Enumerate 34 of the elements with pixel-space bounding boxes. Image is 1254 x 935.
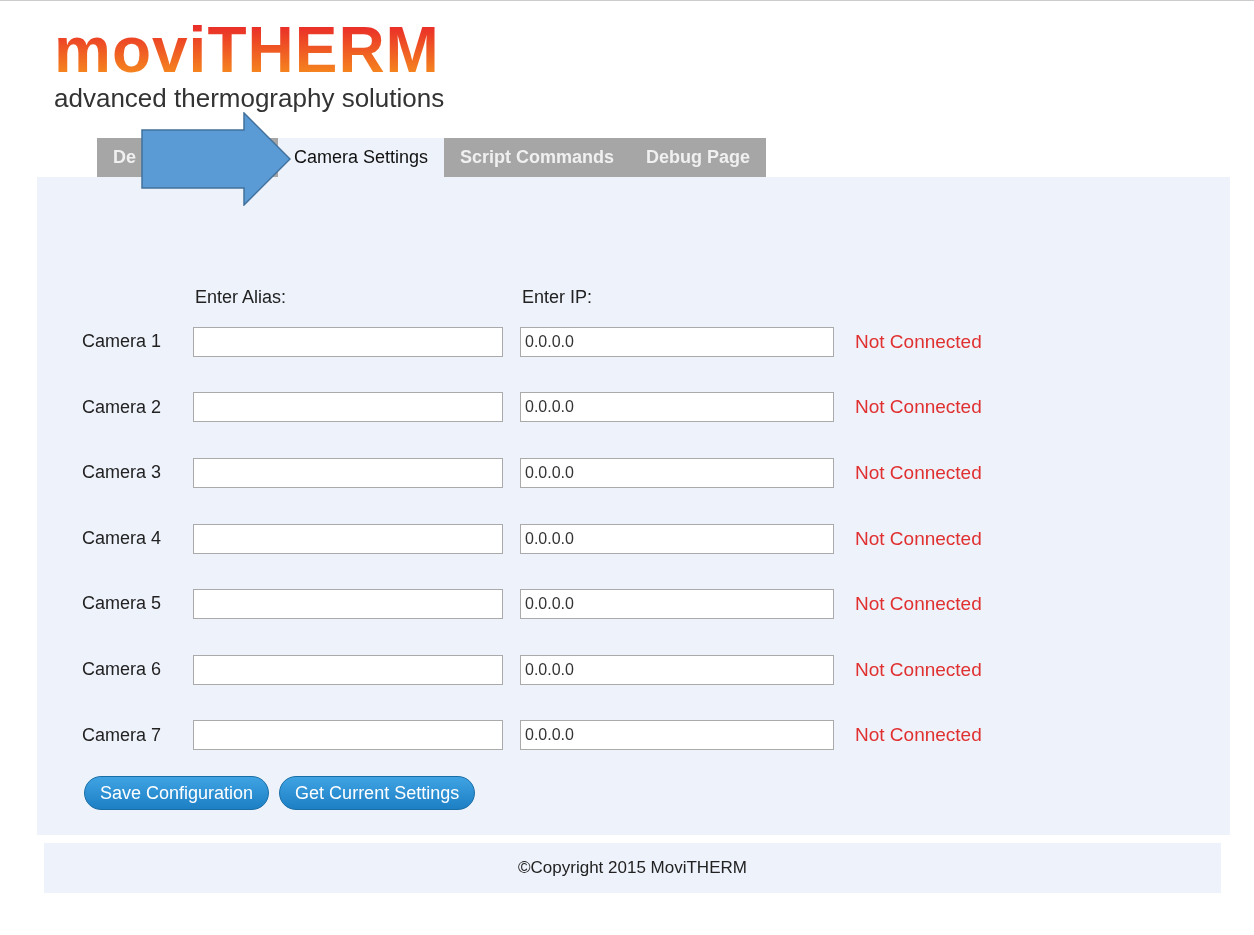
logo-tagline: advanced thermography solutions bbox=[54, 83, 446, 114]
connection-status: Not Connected bbox=[855, 658, 983, 681]
ip-field[interactable]: 0.0.0.0 bbox=[520, 589, 834, 620]
camera-label: Camera 1 bbox=[82, 330, 163, 353]
camera-label: Camera 6 bbox=[82, 657, 163, 681]
ip-field[interactable]: 0.0.0.0 bbox=[520, 392, 834, 423]
connection-status: Not Connected bbox=[855, 330, 983, 353]
camera-label: Camera 3 bbox=[82, 461, 163, 485]
connection-status: Not Connected bbox=[855, 593, 983, 616]
camera-label: Camera 7 bbox=[82, 723, 163, 747]
alias-field[interactable] bbox=[193, 720, 503, 751]
ip-field[interactable]: 0.0.0.0 bbox=[520, 458, 834, 488]
connection-status: Not Connected bbox=[855, 724, 983, 747]
connection-status: Not Connected bbox=[855, 527, 983, 550]
arrow-icon bbox=[141, 112, 291, 206]
alias-field[interactable] bbox=[193, 523, 503, 554]
alias-field[interactable] bbox=[193, 589, 503, 620]
camera-label: Camera 2 bbox=[82, 395, 163, 419]
tab[interactable]: Camera Settings bbox=[278, 138, 445, 177]
ip-field[interactable]: 0.0.0.0 bbox=[520, 654, 834, 685]
alias-field[interactable] bbox=[193, 654, 503, 685]
alias-header: Enter Alias: bbox=[194, 287, 288, 309]
connection-status: Not Connected bbox=[855, 462, 983, 484]
alias-field[interactable] bbox=[193, 326, 503, 357]
connection-status: Not Connected bbox=[855, 396, 983, 419]
ip-field[interactable]: 0.0.0.0 bbox=[520, 523, 834, 554]
alias-field[interactable] bbox=[193, 458, 503, 488]
ip-field[interactable]: 0.0.0.0 bbox=[520, 720, 834, 751]
alias-field[interactable] bbox=[193, 392, 503, 423]
footer: ©Copyright 2015 MoviTHERM bbox=[44, 843, 1221, 893]
camera-label: Camera 5 bbox=[82, 592, 163, 616]
camera-label: Camera 4 bbox=[82, 526, 163, 550]
ip-header: Enter IP: bbox=[521, 287, 594, 309]
ip-field[interactable]: 0.0.0.0 bbox=[520, 326, 834, 357]
